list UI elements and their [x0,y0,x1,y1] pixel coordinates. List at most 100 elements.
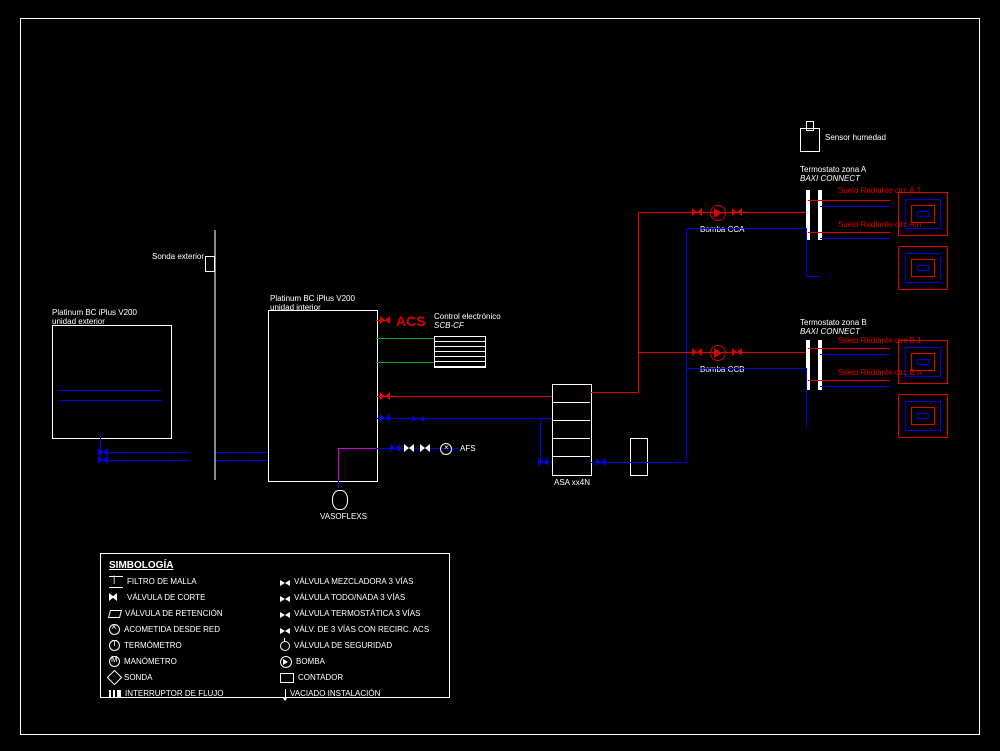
radBn-label: Suelo Radiante circ B.n [838,368,922,377]
pipe-blue-ext1 [100,452,190,453]
radA1-r [808,200,890,201]
buffer-div2 [552,420,590,421]
drain-icon [285,689,286,699]
zoneA-return-h [806,276,820,277]
pump-icon [280,656,292,668]
green-pipe-2 [376,362,434,363]
riser-red [638,212,639,392]
vaso-stub [338,480,339,488]
buffer-label: ASA xx4N [554,478,590,487]
legend-item: VÁLVULA MEZCLADORA 3 VÍAS [294,577,413,586]
zoneB-pump-label: Bomba CCB [700,365,744,374]
outdoor-unit-label2: unidad exterior [52,317,105,326]
onoff-valve-icon [280,593,290,603]
legend-col-1: FILTRO DE MALLA VÁLVULA DE CORTE VÁLVULA… [109,575,270,703]
zoneB-valve1 [692,348,702,356]
indoor-unit [268,310,378,482]
legend-title: SIMBOLOGÍA [109,560,441,571]
legend-item: CONTADOR [298,673,343,682]
legend-col-2: VÁLVULA MEZCLADORA 3 VÍAS VÁLVULA TODO/N… [280,575,441,703]
magenta-drain-h [338,448,376,449]
afs-label: AFS [460,444,476,453]
probe-icon [107,670,123,686]
thermoA-label2: BAXI CONNECT [800,174,860,183]
legend-item: VÁLVULA DE CORTE [127,593,205,602]
legend-item: VÁLV. DE 3 VÍAS CON RECIRC. ACS [294,625,429,634]
indoor-unit-label1: Platinum BC iPlus V200 [270,294,355,303]
3way-valve [412,413,424,425]
buf-r-in [540,396,552,397]
legend-item: FILTRO DE MALLA [127,577,197,586]
legend-simbologia: SIMBOLOGÍA FILTRO DE MALLA VÁLVULA DE CO… [100,553,450,698]
indoor-unit-label2: unidad interior [270,303,321,312]
outdoor-unit-label1: Platinum BC iPlus V200 [52,308,137,317]
green-pipe-1 [376,338,434,339]
legend-item: TERMÓMETRO [124,641,182,650]
buffer-div3 [552,438,590,439]
pipe-red-main [376,396,552,397]
radB1-r [808,348,890,349]
exterior-probe-box [205,256,215,272]
thermo-valve-icon [280,609,290,619]
legend-item: ACOMETIDA DESDE RED [124,625,220,634]
spiralA1 [898,192,948,236]
valve-red-out [380,392,390,400]
control-label1: Control electrónico [434,312,501,321]
spiralB1 [898,340,948,384]
thermometer-icon [109,640,120,651]
zoneA-valve2 [732,208,742,216]
outdoor-fill-line [58,400,162,401]
exterior-probe-label: Sonda exterior [152,252,204,261]
buf-valve-b [538,458,548,466]
valve-blue-out [380,414,390,422]
acs-stub [376,320,390,321]
zoneB-pump [710,345,726,361]
zoneA-valve1 [692,208,702,216]
radAn-label: Suelo Radiante circ A.n [838,220,921,229]
legend-item: VÁLVULA TERMOSTÁTICA 3 VÍAS [294,609,420,618]
pipe-blue-main [376,418,552,419]
zoneA-return-v [806,228,807,276]
zoneB-blue [686,368,806,369]
zoneA-pump-label: Bomba CCA [700,225,744,234]
mix-valve-icon [280,577,290,587]
meter-icon [280,673,294,683]
legend-item: VÁLVULA DE RETENCIÓN [125,609,223,618]
legend-item: INTERRUPTOR DE FLUJO [125,689,224,698]
radiator-symbol [434,336,486,368]
legend-item: VÁLVULA DE SEGURIDAD [294,641,392,650]
flow-switch-icon [109,690,121,698]
safety-valve-icon [280,641,290,651]
legend-item: VÁLVULA TODO/NADA 3 VÍAS [294,593,405,602]
zoneB-return-v [806,368,807,428]
spiralAn [898,246,948,290]
radAn-b [820,238,890,239]
check-valve-icon [108,610,122,618]
buffer-side-box [630,438,648,476]
legend-item: SONDA [124,673,152,682]
outdoor-unit [52,325,172,439]
spiralBn [898,394,948,438]
thermoB-label1: Termostato zona B [800,318,867,327]
valve-icon [109,593,123,603]
vasoflex-vessel [332,490,348,510]
control-label2: SCB-CF [434,321,464,330]
supply-icon [109,624,120,635]
humidity-sensor [800,128,820,152]
legend-item: VACIADO INSTALACIÓN [290,689,380,698]
radAn-r [808,232,890,233]
pipe-blue-ext2 [216,452,268,453]
buf-out-valve-b [596,458,606,466]
afs-valve1 [390,444,400,452]
riser-blue [686,228,687,462]
legend-item: BOMBA [296,657,325,666]
manometer-icon [109,656,120,667]
buffer-tank [552,384,592,476]
buf-b-in-v [540,418,541,462]
humidity-sensor-label: Sensor humedad [825,133,886,142]
zoneA-pump [710,205,726,221]
zoneB-valve2 [732,348,742,356]
thermoB-label2: BAXI CONNECT [800,327,860,336]
afs-valve3 [420,444,430,452]
buffer-div4 [552,456,590,457]
